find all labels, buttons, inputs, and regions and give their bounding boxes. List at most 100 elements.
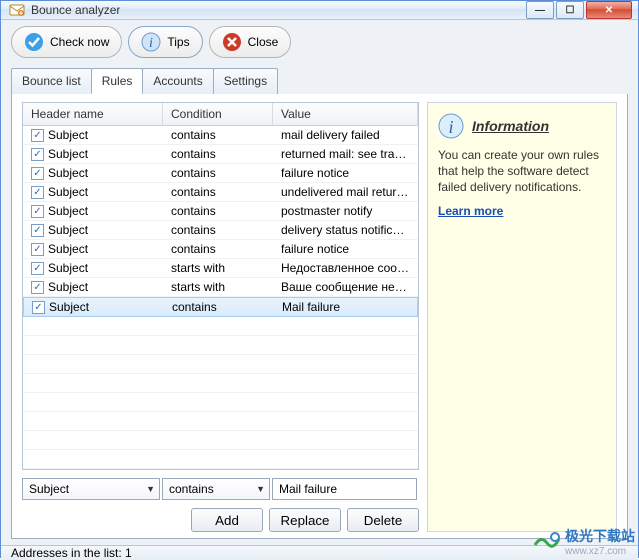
table-row[interactable]: Subject starts withВаше сообщение не дост… xyxy=(23,278,418,297)
table-row[interactable]: Subject containsdelivery status notificat… xyxy=(23,221,418,240)
value-input[interactable]: Mail failure xyxy=(272,478,417,500)
info-panel: i Information You can create your own ru… xyxy=(427,102,617,532)
cell-value: undelivered mail returned to se... xyxy=(273,185,418,199)
watermark: 极光下载站 www.xz7.com xyxy=(533,526,635,557)
table-body: Subjectcontainsmail delivery failedSubje… xyxy=(23,126,418,469)
info-panel-icon: i xyxy=(438,113,464,139)
cell-condition: starts with xyxy=(163,261,273,275)
rules-pane: Header name Condition Value Subjectconta… xyxy=(22,102,419,532)
cell-header: Subject xyxy=(48,280,88,294)
table-row[interactable]: Subject containsreturned mail: see transc… xyxy=(23,145,418,164)
watermark-icon xyxy=(533,531,561,553)
cell-condition: contains xyxy=(163,242,273,256)
svg-text:i: i xyxy=(448,117,453,137)
table-row[interactable]: Subjectcontainsmail delivery failed xyxy=(23,126,418,145)
checkbox-icon[interactable] xyxy=(32,301,45,314)
tab-accounts[interactable]: Accounts xyxy=(142,68,213,94)
checkbox-icon[interactable] xyxy=(31,224,44,237)
replace-button[interactable]: Replace xyxy=(269,508,341,532)
value-input-text: Mail failure xyxy=(279,482,337,496)
cell-value: returned mail: see transcript fo... xyxy=(273,147,418,161)
cell-condition: contains xyxy=(163,204,273,218)
checkbox-icon[interactable] xyxy=(31,148,44,161)
chevron-down-icon: ▼ xyxy=(146,484,155,494)
close-window-button[interactable]: ✕ xyxy=(586,1,632,19)
table-row-empty xyxy=(23,393,418,412)
svg-text:i: i xyxy=(149,36,153,51)
condition-combo-value: contains xyxy=(169,482,214,496)
learn-more-link[interactable]: Learn more xyxy=(438,204,606,218)
table-row-empty xyxy=(23,355,418,374)
info-icon: i xyxy=(141,32,161,52)
close-button[interactable]: Close xyxy=(209,26,292,58)
cell-value: Ваше сообщение не доставл... xyxy=(273,280,418,294)
cell-header: Subject xyxy=(48,185,88,199)
condition-combo[interactable]: contains ▼ xyxy=(162,478,270,500)
checkbox-icon[interactable] xyxy=(31,205,44,218)
table-row[interactable]: Subjectcontainsfailure notice xyxy=(23,164,418,183)
header-combo-value: Subject xyxy=(29,482,69,496)
cell-condition: contains xyxy=(163,128,273,142)
cell-header: Subject xyxy=(48,128,88,142)
maximize-button[interactable]: ☐ xyxy=(556,1,584,19)
table-row-empty xyxy=(23,317,418,336)
add-button[interactable]: Add xyxy=(191,508,263,532)
watermark-text2: www.xz7.com xyxy=(565,546,635,557)
checkbox-icon[interactable] xyxy=(31,281,44,294)
tab-bounce-list[interactable]: Bounce list xyxy=(11,68,92,94)
window-controls: — ☐ ✕ xyxy=(526,1,632,19)
cell-header: Subject xyxy=(48,242,88,256)
check-now-label: Check now xyxy=(50,35,109,49)
table-row-empty xyxy=(23,450,418,469)
table-row[interactable]: Subject containspostmaster notify xyxy=(23,202,418,221)
cell-condition: contains xyxy=(163,147,273,161)
checkbox-icon[interactable] xyxy=(31,243,44,256)
table-row-empty xyxy=(23,336,418,355)
window: Bounce analyzer — ☐ ✕ Check now i Tips C… xyxy=(0,0,639,558)
tab-rules[interactable]: Rules xyxy=(91,68,144,94)
table-row[interactable]: Subjectcontainsundelivered mail returned… xyxy=(23,183,418,202)
tabs: Bounce list Rules Accounts Settings xyxy=(1,68,638,94)
cell-condition: contains xyxy=(163,166,273,180)
cell-value: postmaster notify xyxy=(273,204,418,218)
info-title: Information xyxy=(472,118,549,134)
cell-value: delivery status notification (fail... xyxy=(273,223,418,237)
tab-settings[interactable]: Settings xyxy=(213,68,278,94)
editor-row: Subject ▼ contains ▼ Mail failure xyxy=(22,478,419,500)
checkbox-icon[interactable] xyxy=(31,167,44,180)
col-value[interactable]: Value xyxy=(273,103,418,125)
cell-condition: contains xyxy=(163,223,273,237)
minimize-button[interactable]: — xyxy=(526,1,554,19)
watermark-text1: 极光下载站 xyxy=(565,526,635,546)
info-body: You can create your own rules that help … xyxy=(438,147,606,196)
checkbox-icon[interactable] xyxy=(31,129,44,142)
check-now-button[interactable]: Check now xyxy=(11,26,122,58)
cell-header: Subject xyxy=(48,261,88,275)
rules-table: Header name Condition Value Subjectconta… xyxy=(22,102,419,470)
window-title: Bounce analyzer xyxy=(31,3,526,17)
chevron-down-icon: ▼ xyxy=(256,484,265,494)
checkbox-icon[interactable] xyxy=(31,262,44,275)
cell-header: Subject xyxy=(49,300,89,314)
table-row[interactable]: Subject containsfailure notice xyxy=(23,240,418,259)
header-combo[interactable]: Subject ▼ xyxy=(22,478,160,500)
col-header-name[interactable]: Header name xyxy=(23,103,163,125)
checkbox-icon[interactable] xyxy=(31,186,44,199)
button-row: Add Replace Delete xyxy=(22,508,419,532)
content-area: Header name Condition Value Subjectconta… xyxy=(11,94,628,539)
cell-header: Subject xyxy=(48,204,88,218)
cell-condition: contains xyxy=(164,300,274,314)
cell-header: Subject xyxy=(48,223,88,237)
check-icon xyxy=(24,32,44,52)
delete-button[interactable]: Delete xyxy=(347,508,419,532)
cell-header: Subject xyxy=(48,166,88,180)
table-row[interactable]: SubjectcontainsMail failure xyxy=(23,297,418,317)
cell-header: Subject xyxy=(48,147,88,161)
cell-condition: starts with xyxy=(163,280,273,294)
tips-button[interactable]: i Tips xyxy=(128,26,202,58)
col-condition[interactable]: Condition xyxy=(163,103,273,125)
toolbar: Check now i Tips Close xyxy=(1,20,638,64)
info-header: i Information xyxy=(438,113,606,139)
table-row[interactable]: Subjectstarts withНедоставленное сообщен… xyxy=(23,259,418,278)
cell-value: failure notice xyxy=(273,242,418,256)
